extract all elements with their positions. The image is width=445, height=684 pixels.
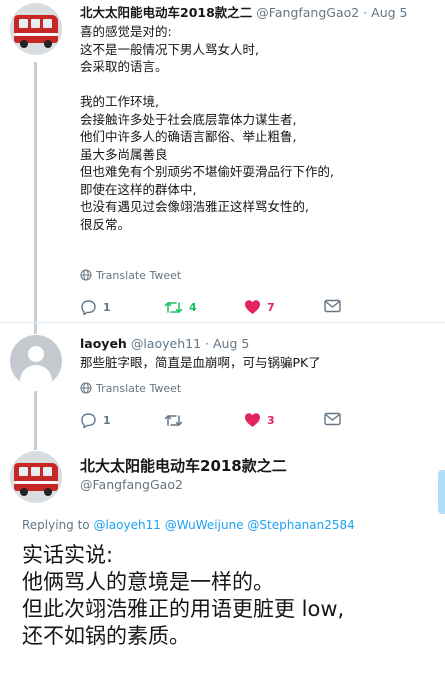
retweet-button[interactable]: 4 [164,299,197,316]
handle[interactable]: @FangfangGao2 [256,5,359,20]
thread-line [34,391,37,441]
tweet-line: 他们中许多人的确语言鄙俗、举止粗鲁, [80,129,297,144]
tweet-line: 还不如锅的素质。 [22,624,190,648]
avatar[interactable] [10,451,62,503]
like-button[interactable]: 7 [244,299,275,315]
tweet-line [80,76,334,94]
translate-label: Translate Tweet [96,269,182,282]
tweet-line: 他俩骂人的意境是一样的。 [22,570,274,594]
mention-link[interactable]: @laoyeh11 [93,518,160,532]
direct-message-button[interactable] [324,412,341,426]
tweet-line: 喜的感觉是对的: [80,24,172,39]
display-name[interactable]: 北大太阳能电动车2018款之二 [80,5,252,20]
tweet-1[interactable]: 北大太阳能电动车2018款之二 @FangfangGao2 · Aug 5 喜的… [0,0,445,322]
handle[interactable]: @FangfangGao2 [80,477,183,492]
tweet-line: 这不是一般情况下男人骂女人时, [80,41,259,57]
replying-to: Replying to @laoyeh11 @WuWeijune @Stepha… [22,518,355,532]
reply-button[interactable]: 1 [80,299,111,316]
thread-line [34,323,37,334]
globe-icon [80,269,92,281]
like-count: 7 [267,300,275,314]
tweet-line: 即使在这样的群体中, [80,181,197,197]
tweet-header: 北大太阳能电动车2018款之二 @FangfangGao2 · Aug 5 [80,5,408,21]
separator: · [363,5,368,20]
tweet-line: 很反常。 [80,216,131,232]
reply-icon [81,413,96,429]
reply-icon [81,300,96,316]
tweet-actions: 1 3 [80,412,350,430]
envelope-icon [324,412,341,426]
tweet-line: 会采取的语言。 [80,59,168,74]
retweet-button[interactable] [164,412,189,429]
direct-message-button[interactable] [324,299,341,313]
heart-icon [245,413,260,427]
tweet-line: 那些脏字眼，简直是血崩啊，可与锅骗PK了 [80,355,321,370]
tweet-text: 喜的感觉是对的: 这不是一般情况下男人骂女人时, 会采取的语言。 我的工作环境,… [80,23,334,233]
translate-tweet-link[interactable]: Translate Tweet [80,382,181,395]
replying-label: Replying to [22,518,90,532]
tweet-text: 那些脏字眼，简直是血崩啊，可与锅骗PK了 [80,354,321,372]
avatar[interactable] [10,335,62,387]
reply-count: 1 [103,414,111,427]
avatar[interactable] [10,3,62,55]
retweet-icon [164,415,183,426]
tweet-header: laoyeh @laoyeh11 · Aug 5 [80,336,249,352]
display-name[interactable]: 北大太阳能电动车2018款之二 [80,455,287,476]
tweet-line: 虽大多尚属善良 [80,146,168,162]
globe-icon [80,382,92,394]
reply-count: 1 [103,301,111,314]
thread-line [34,441,37,450]
tweet-line: 我的工作环境, [80,94,159,109]
main-tweet[interactable]: 北大太阳能电动车2018款之二 @FangfangGao2 Replying t… [0,441,445,684]
scroll-indicator[interactable] [438,470,445,514]
like-count: 3 [267,413,275,427]
mention-link[interactable]: @Stephanan2584 [247,518,354,532]
heart-icon [245,300,260,314]
timestamp[interactable]: Aug 5 [371,5,407,20]
tweet-text: 实话实说: 他俩骂人的意境是一样的。 但此次翊浩雅正的用语更脏更 low, 还不… [22,542,344,650]
timestamp[interactable]: Aug 5 [213,336,249,351]
separator: · [205,336,209,351]
tweet-line: 实话实说: [22,543,114,567]
tweet-line: 但此次翊浩雅正的用语更脏更 low, [22,597,345,621]
tweet-line: 会接触许多处于社会底层靠体力谋生者, [80,111,297,127]
thread-line [34,62,37,322]
tweet-actions: 1 4 7 [80,299,350,317]
tweet-2[interactable]: laoyeh @laoyeh11 · Aug 5 那些脏字眼，简直是血崩啊，可与… [0,323,445,441]
retweet-icon [164,302,183,313]
translate-label: Translate Tweet [96,382,182,395]
tweet-line: 但也难免有个别顽劣不堪偷奸耍滑品行下作的, [80,164,334,179]
translate-tweet-link[interactable]: Translate Tweet [80,269,181,282]
retweet-count: 4 [189,301,197,314]
tweet-line: 也没有遇见过会像翊浩雅正这样骂女性的, [80,199,309,214]
like-button[interactable]: 3 [244,412,275,428]
mention-link[interactable]: @WuWeijune [165,518,244,532]
reply-button[interactable]: 1 [80,412,111,429]
envelope-icon [324,299,341,313]
handle[interactable]: @laoyeh11 [131,336,201,351]
display-name[interactable]: laoyeh [80,336,127,351]
